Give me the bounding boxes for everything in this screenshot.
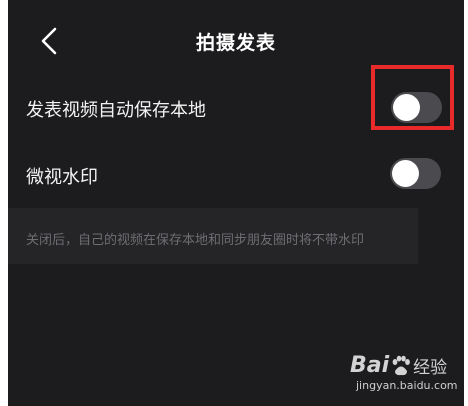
- watermark-toggle[interactable]: [390, 158, 441, 189]
- setting-label-auto-save: 发表视频自动保存本地: [26, 100, 206, 121]
- setting-label-watermark: 微视水印: [26, 167, 98, 188]
- paw-icon: [392, 355, 411, 375]
- settings-screen: 拍摄发表 发表视频自动保存本地 微视水印 关闭后，自己的视频在保存本地和同步朋友…: [0, 0, 468, 406]
- watermark-brand-right: 经验: [413, 358, 448, 378]
- watermark-url: jingyan.baidu.com: [356, 379, 458, 392]
- highlight-box: [371, 65, 454, 130]
- toggle-knob: [392, 160, 419, 187]
- page-title: 拍摄发表: [195, 32, 276, 54]
- watermark-brand-left: Bai: [350, 353, 390, 378]
- note-area: 关闭后，自己的视频在保存本地和同步朋友圈时将不带水印: [8, 208, 418, 264]
- setting-row-watermark: 微视水印: [8, 145, 464, 205]
- watermark-note: 关闭后，自己的视频在保存本地和同步朋友圈时将不带水印: [26, 233, 365, 248]
- left-edge: [0, 0, 8, 406]
- right-edge: [464, 0, 468, 406]
- baidu-watermark: Bai 经验 jingyan.baidu.com: [350, 353, 460, 401]
